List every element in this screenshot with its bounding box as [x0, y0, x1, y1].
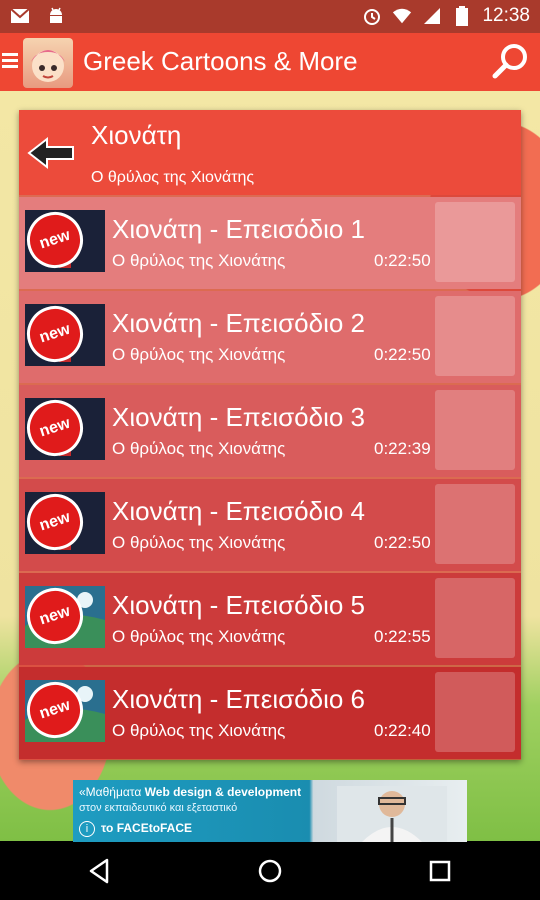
- home-icon[interactable]: [255, 856, 285, 886]
- page-subtitle: Ο θρύλος της Χιονάτης: [91, 169, 255, 186]
- episode-action-button[interactable]: [435, 484, 515, 564]
- episode-subtitle: Ο θρύλος της Χιονάτης: [112, 439, 286, 458]
- episode-thumbnail[interactable]: new: [25, 492, 105, 554]
- ad-banner[interactable]: «Μαθήματα Web design & development στον …: [73, 780, 467, 842]
- page-title: Χιονάτη: [91, 120, 182, 150]
- episode-title: Χιονάτη - Επεισόδιο 4: [112, 496, 365, 526]
- episode-row[interactable]: new Χιονάτη - Επεισόδιο 6 Ο θρύλος της Χιο…: [19, 667, 521, 759]
- status-bar: 12:38: [0, 0, 540, 33]
- episode-duration: 0:22:39: [374, 439, 431, 458]
- episode-title: Χιονάτη - Επεισόδιο 1: [112, 214, 365, 244]
- episode-panel: Χιονάτη Ο θρύλος της Χιονάτης new Χιονάτη…: [19, 110, 521, 760]
- episode-row[interactable]: new Χιονάτη - Επεισόδιο 4 Ο θρύλος της Χιο…: [19, 479, 521, 571]
- episode-row[interactable]: new Χιονάτη - Επεισόδιο 5 Ο θρύλος της Χιο…: [19, 573, 521, 665]
- back-arrow-icon[interactable]: [27, 136, 77, 170]
- episode-duration: 0:22:40: [374, 721, 431, 740]
- episode-action-button[interactable]: [435, 390, 515, 470]
- episode-action-button[interactable]: [435, 296, 515, 376]
- ad-brand: το FACEtoFACE: [101, 821, 193, 835]
- episode-thumbnail[interactable]: new: [25, 210, 105, 272]
- episode-thumbnail[interactable]: new: [25, 680, 105, 742]
- wifi-icon: [392, 6, 412, 26]
- episode-row[interactable]: new Χιονάτη - Επεισόδιο 3 Ο θρύλος της Χιο…: [19, 385, 521, 477]
- ad-headline: «Μαθήματα Web design & development: [79, 785, 302, 799]
- episode-action-button[interactable]: [435, 578, 515, 658]
- episode-duration: 0:22:50: [374, 533, 431, 552]
- android-icon: [46, 6, 66, 26]
- episode-subtitle: Ο θρύλος της Χιονάτης: [112, 345, 286, 364]
- episode-duration: 0:22:50: [374, 251, 431, 270]
- ad-subline: στον εκπαιδευτικό και εξεταστικό: [79, 802, 238, 814]
- episode-thumbnail[interactable]: new: [25, 398, 105, 460]
- gmail-icon: [10, 6, 30, 26]
- episode-title: Χιονάτη - Επεισόδιο 6: [112, 684, 365, 714]
- episode-title: Χιονάτη - Επεισόδιο 5: [112, 590, 365, 620]
- panel-header: Χιονάτη Ο θρύλος της Χιονάτης: [19, 110, 521, 195]
- episode-row[interactable]: new Χιονάτη - Επεισόδιο 1 Ο θρύλος της Χιο…: [19, 197, 521, 289]
- signal-icon: [422, 6, 442, 26]
- episode-subtitle: Ο θρύλος της Χιονάτης: [112, 721, 286, 740]
- recents-icon[interactable]: [425, 856, 455, 886]
- episode-duration: 0:22:55: [374, 627, 431, 646]
- episode-subtitle: Ο θρύλος της Χιονάτης: [112, 533, 286, 552]
- episode-title: Χιονάτη - Επεισόδιο 3: [112, 402, 365, 432]
- alarm-icon: [362, 6, 382, 26]
- episode-thumbnail[interactable]: new: [25, 304, 105, 366]
- battery-icon: [452, 6, 472, 26]
- app-bar: Greek Cartoons & More: [0, 33, 540, 91]
- episode-title: Χιονάτη - Επεισόδιο 2: [112, 308, 365, 338]
- clock-time: 12:38: [482, 5, 530, 26]
- back-icon[interactable]: [85, 856, 115, 886]
- episode-thumbnail[interactable]: new: [25, 586, 105, 648]
- app-logo[interactable]: [23, 38, 73, 88]
- episode-subtitle: Ο θρύλος της Χιονάτης: [112, 627, 286, 646]
- episode-row[interactable]: new Χιονάτη - Επεισόδιο 2 Ο θρύλος της Χιο…: [19, 291, 521, 383]
- episode-duration: 0:22:50: [374, 345, 431, 364]
- menu-icon[interactable]: [2, 53, 18, 69]
- nav-bar: [0, 842, 540, 900]
- app-title: Greek Cartoons & More: [83, 46, 358, 76]
- episode-action-button[interactable]: [435, 202, 515, 282]
- episode-action-button[interactable]: [435, 672, 515, 752]
- episode-subtitle: Ο θρύλος της Χιονάτης: [112, 251, 286, 270]
- episode-list: new Χιονάτη - Επεισόδιο 1Ο θρύλος της Χιο…: [19, 197, 521, 761]
- ad-info-icon[interactable]: i: [79, 821, 95, 837]
- search-icon[interactable]: [490, 41, 530, 81]
- ad-image: [337, 786, 447, 842]
